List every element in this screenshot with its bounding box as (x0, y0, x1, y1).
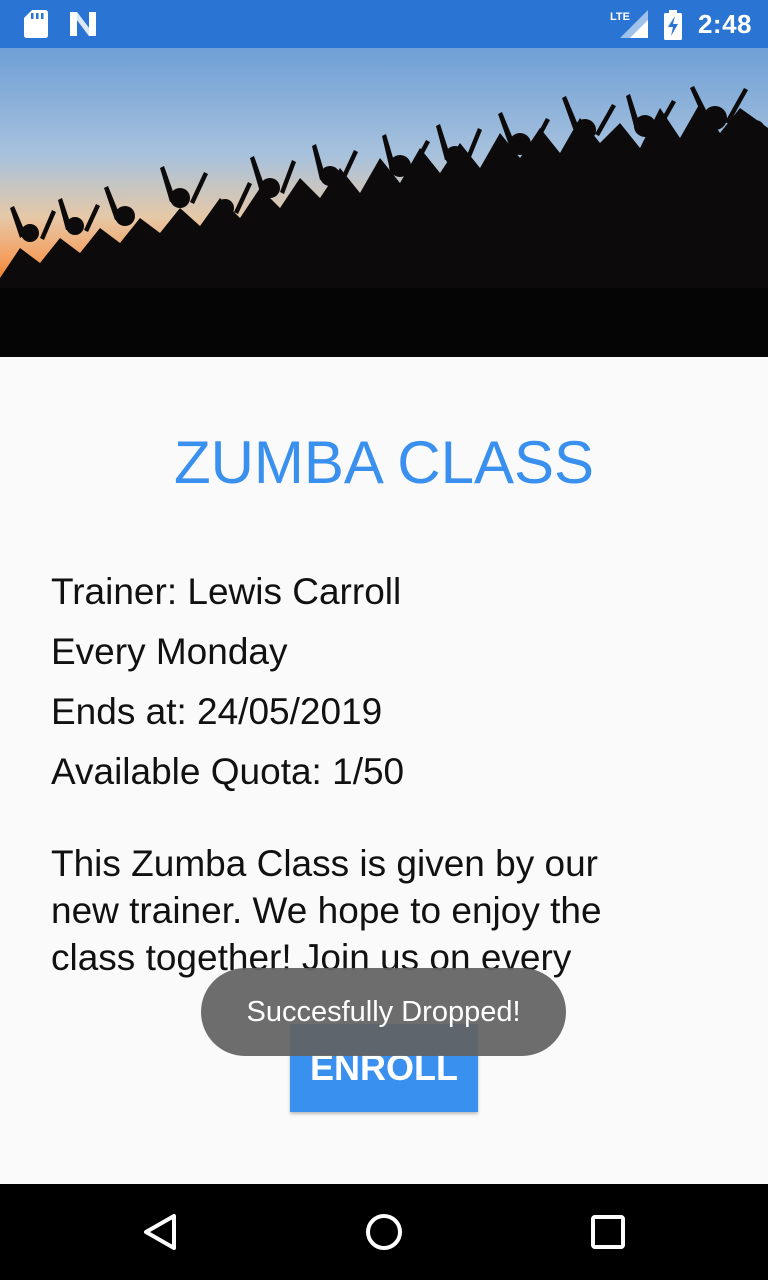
toast-message: Succesfully Dropped! (201, 968, 566, 1056)
back-icon[interactable] (136, 1208, 184, 1256)
class-title: ZUMBA CLASS (173, 429, 595, 496)
status-time: 2:48 (697, 9, 752, 39)
svg-text:LTE: LTE (610, 11, 630, 23)
lte-signal-icon: LTE (610, 10, 648, 38)
end-date-label: Ends at: 24/05/2019 (51, 691, 383, 732)
battery-charging-icon (664, 10, 682, 40)
sunset-crowd-image (0, 48, 768, 357)
class-description: This Zumba Class is given by our new tra… (51, 843, 602, 978)
quota-label: Available Quota: 1/50 (51, 751, 405, 792)
navigation-bar (0, 1184, 768, 1280)
hero-image (0, 48, 768, 357)
sd-card-icon (24, 10, 48, 38)
schedule-label: Every Monday (51, 631, 288, 672)
n-notification-icon (70, 12, 96, 36)
trainer-label: Trainer: Lewis Carroll (51, 571, 402, 612)
home-icon[interactable] (360, 1208, 408, 1256)
status-bar: LTE 2:48 (0, 0, 768, 48)
recents-icon[interactable] (584, 1208, 632, 1256)
